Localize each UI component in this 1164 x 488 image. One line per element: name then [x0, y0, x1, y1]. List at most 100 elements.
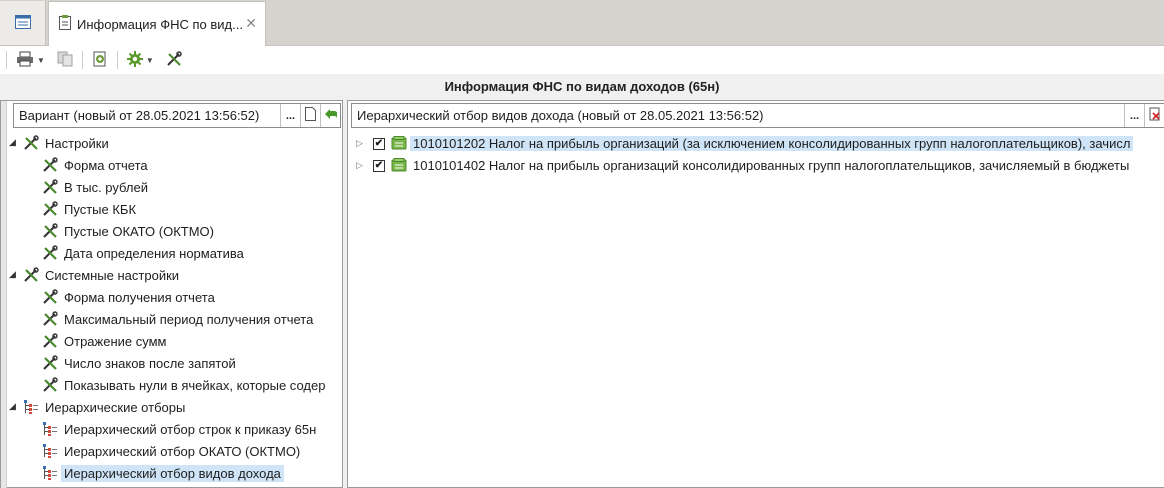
hierarchy-icon: [42, 421, 58, 437]
tree-item[interactable]: Показывать нули в ячейках, которые содер: [1, 374, 342, 396]
print-dropdown-icon[interactable]: ▼: [37, 56, 45, 65]
copy-button[interactable]: [54, 49, 76, 71]
tree-item[interactable]: Иерархический отбор ОКАТО (ОКТМО): [1, 440, 342, 462]
tree-item[interactable]: Пустые ОКАТО (ОКТМО): [1, 220, 342, 242]
tab-label: Информация ФНС по вид...: [77, 16, 243, 32]
wrench-icon: [42, 245, 58, 261]
tree-item[interactable]: Форма получения отчета: [1, 286, 342, 308]
tree-group[interactable]: ◢ Иерархические отборы: [1, 396, 342, 418]
row-checkbox[interactable]: ✔: [373, 138, 385, 150]
toolbar: ▼ ▼: [0, 46, 1164, 74]
toolbar-separator: [81, 51, 83, 69]
tree-item[interactable]: В тыс. рублей: [1, 176, 342, 198]
expand-toggle-icon[interactable]: ▷: [356, 138, 363, 149]
income-type-row[interactable]: ▷ ✔ 1010101202 Налог на прибыль организаци…: [348, 133, 1164, 155]
tab-strip: Информация ФНС по вид... ✕: [0, 0, 1164, 46]
wrench-icon: [23, 267, 39, 283]
print-icon: [16, 51, 34, 70]
tree-item-label: Дата определения норматива: [64, 245, 244, 261]
expand-toggle-icon[interactable]: ◢: [9, 269, 16, 280]
close-tab-icon[interactable]: ✕: [245, 15, 257, 32]
income-type-label: 1010101402 Налог на прибыль организаций …: [413, 158, 1130, 173]
settings-dropdown-icon[interactable]: ▼: [146, 56, 154, 65]
hierarchy-icon: [42, 465, 58, 481]
tree-item-label: Показывать нули в ячейках, которые содер: [64, 377, 326, 393]
variant-field[interactable]: Вариант (новый от 28.05.2021 13:56:52) .…: [13, 103, 341, 128]
tree-item-label: Максимальный период получения отчета: [64, 311, 314, 327]
tab-fns-info[interactable]: Информация ФНС по вид... ✕: [48, 1, 266, 46]
hierarchy-icon: [42, 443, 58, 459]
filter-panel: Иерархический отбор видов дохода (новый …: [347, 100, 1164, 488]
tree-item[interactable]: Дата определения норматива: [1, 242, 342, 264]
settings-tree: ◢ Настройки Форма отчета В тыс. рублей Пусты…: [1, 132, 342, 484]
wrench-icon: [42, 377, 58, 393]
settings-button[interactable]: ▼: [124, 49, 157, 71]
tree-item[interactable]: Максимальный период получения отчета: [1, 308, 342, 330]
income-group-icon: [391, 136, 407, 153]
tree-group[interactable]: ◢ Системные настройки: [1, 264, 342, 286]
settings-panel: Вариант (новый от 28.05.2021 13:56:52) .…: [0, 100, 343, 488]
income-types-tree: ▷ ✔ 1010101202 Налог на прибыль организаци…: [348, 133, 1164, 177]
filter-ellipsis-button[interactable]: ...: [1124, 104, 1144, 127]
income-type-label: 1010101202 Налог на прибыль организаций …: [410, 136, 1134, 151]
tree-item-label: Иерархический отбор видов дохода: [61, 464, 284, 482]
wrench-icon: [42, 333, 58, 349]
wrench-icon: [23, 135, 39, 151]
income-type-row[interactable]: ▷ ✔ 1010101402 Налог на прибыль организаци…: [348, 155, 1164, 177]
tools-icon: [166, 50, 182, 70]
clear-filter-button[interactable]: [1144, 104, 1164, 127]
new-variant-button[interactable]: [300, 104, 320, 127]
document-icon: [305, 107, 316, 124]
wrench-icon: [42, 157, 58, 173]
expand-toggle-icon[interactable]: ◢: [9, 137, 16, 148]
tree-item-label: Пустые КБК: [64, 201, 137, 217]
tree-item[interactable]: Отражение сумм: [1, 330, 342, 352]
tree-item[interactable]: Иерархический отбор строк к приказу 65н: [1, 418, 342, 440]
toolbar-separator: [116, 51, 118, 69]
tree-item[interactable]: Число знаков после запятой: [1, 352, 342, 374]
tools-button[interactable]: [163, 49, 185, 71]
wrench-icon: [42, 355, 58, 371]
toolbar-grip: [6, 51, 7, 69]
variant-ellipsis-button[interactable]: ...: [280, 104, 300, 127]
wrench-icon: [42, 223, 58, 239]
export-icon: [92, 51, 108, 70]
page-title: Информация ФНС по видам доходов (65н): [0, 74, 1164, 100]
wrench-icon: [42, 201, 58, 217]
variant-value: Вариант (новый от 28.05.2021 13:56:52): [19, 108, 260, 123]
tree-item-label: Число знаков после запятой: [64, 355, 236, 371]
wrench-icon: [42, 311, 58, 327]
print-button[interactable]: ▼: [13, 49, 48, 71]
tree-item-label: Иерархический отбор ОКАТО (ОКТМО): [64, 443, 301, 459]
settings-icon: [126, 50, 143, 70]
tree-item-label: Пустые ОКАТО (ОКТМО): [64, 223, 214, 239]
expand-toggle-icon[interactable]: ◢: [9, 401, 16, 412]
back-arrow-icon: [324, 107, 338, 124]
tree-item-label: Настройки: [45, 135, 109, 151]
tree-item[interactable]: Форма отчета: [1, 154, 342, 176]
expand-toggle-icon[interactable]: ▷: [356, 160, 363, 171]
tree-item-label: Иерархические отборы: [45, 399, 186, 415]
tree-item-label: Форма отчета: [64, 157, 148, 173]
document-icon: [59, 15, 71, 33]
export-button[interactable]: [89, 49, 111, 71]
window-icon: [14, 14, 31, 32]
tree-group[interactable]: ◢ Настройки: [1, 132, 342, 154]
tree-item[interactable]: Иерархический отбор видов дохода: [1, 462, 342, 484]
filter-field[interactable]: Иерархический отбор видов дохода (новый …: [351, 103, 1164, 128]
copy-icon: [57, 51, 73, 70]
tree-item-label: Иерархический отбор строк к приказу 65н: [64, 421, 317, 437]
back-button[interactable]: [320, 104, 340, 127]
wrench-icon: [42, 179, 58, 195]
tree-item-label: Форма получения отчета: [64, 289, 215, 305]
tree-item-label: В тыс. рублей: [64, 179, 148, 195]
filter-value: Иерархический отбор видов дохода (новый …: [357, 108, 764, 123]
tree-item[interactable]: Пустые КБК: [1, 198, 342, 220]
income-group-icon: [391, 158, 407, 175]
tree-item-label: Отражение сумм: [64, 333, 167, 349]
row-checkbox[interactable]: ✔: [373, 160, 385, 172]
home-tab[interactable]: [0, 1, 46, 45]
clear-icon: [1149, 107, 1161, 124]
tree-item-label: Системные настройки: [45, 267, 180, 283]
wrench-icon: [42, 289, 58, 305]
